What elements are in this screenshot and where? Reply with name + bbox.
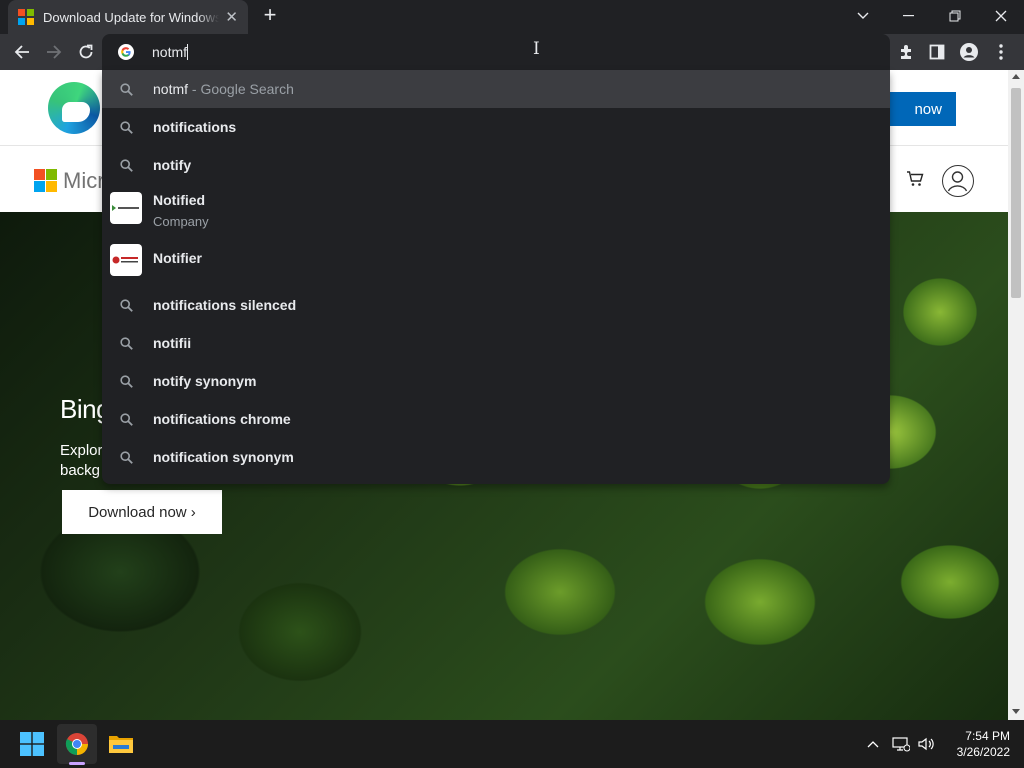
notifier-logo (110, 244, 142, 276)
chrome-icon[interactable] (57, 724, 97, 764)
suggestion-item[interactable]: notifications chrome (102, 400, 890, 438)
windows-start-icon[interactable] (12, 724, 52, 764)
file-explorer-icon[interactable] (101, 724, 141, 764)
omnibox-input[interactable]: notmf (152, 42, 189, 62)
plus-icon[interactable]: + (258, 4, 282, 28)
reload-icon[interactable] (74, 40, 98, 64)
clock-time: 7:54 PM (965, 729, 1010, 743)
suggestion-item[interactable]: notify (102, 146, 890, 184)
microsoft-brand-text[interactable]: Micr (63, 168, 105, 194)
suggestion-suffix: - Google Search (191, 81, 294, 97)
restore-icon[interactable] (932, 0, 978, 32)
suggestion-text: notifications chrome (153, 411, 291, 427)
account-icon[interactable] (942, 165, 974, 197)
minimize-icon[interactable] (886, 0, 932, 32)
chevron-up-icon[interactable] (862, 734, 884, 754)
taskbar: 7:54 PM 3/26/2022 (0, 720, 1024, 768)
omnibox-text: notmf (152, 44, 188, 60)
search-icon (118, 297, 134, 313)
ibeam-cursor-icon: I (533, 39, 540, 59)
search-icon (118, 449, 134, 465)
tab-search-icon[interactable] (840, 0, 886, 32)
microsoft-logo-icon (18, 9, 34, 25)
address-bar[interactable]: notmf (102, 34, 890, 70)
download-now-button[interactable]: Download now › (62, 490, 222, 534)
search-icon (118, 119, 134, 135)
suggestion-item-entity[interactable]: Notifier (102, 232, 890, 284)
scroll-up-icon[interactable] (1012, 74, 1020, 79)
notified-logo (110, 192, 142, 224)
search-icon (118, 411, 134, 427)
suggestion-item[interactable]: notifii (102, 324, 890, 362)
clock-date: 3/26/2022 (956, 745, 1010, 759)
suggestion-text: notification synonym (153, 449, 294, 465)
scroll-down-icon[interactable] (1012, 709, 1020, 714)
search-icon (118, 373, 134, 389)
suggestion-item[interactable]: notification synonym (102, 438, 890, 476)
scroll-thumb[interactable] (1011, 88, 1021, 298)
more-menu-icon[interactable] (988, 40, 1014, 64)
browser-tab[interactable]: Download Update for Windows 7 ✕ (8, 0, 248, 34)
edge-logo-icon (48, 82, 100, 134)
suggestion-text: notifii (153, 335, 192, 351)
suggestion-item[interactable]: notify synonym (102, 362, 890, 400)
suggestion-subtitle: Company (153, 214, 209, 229)
network-icon[interactable] (890, 734, 912, 754)
suggestion-text: notify synonym (153, 373, 257, 389)
page-scrollbar[interactable] (1008, 70, 1024, 720)
back-icon[interactable] (10, 40, 34, 64)
omnibox-suggestions: notmf - Google Search notifications noti… (102, 70, 890, 484)
suggestion-text: notifications (153, 119, 237, 135)
suggestion-query: notmf (153, 81, 189, 97)
suggestion-text: notify (153, 157, 192, 173)
profile-icon[interactable] (956, 40, 982, 64)
search-icon (118, 335, 134, 351)
search-icon (118, 81, 134, 97)
close-icon[interactable]: ✕ (225, 8, 238, 26)
cart-icon[interactable] (906, 171, 924, 192)
system-clock[interactable]: 7:54 PM 3/26/2022 (940, 728, 1010, 760)
microsoft-logo-icon[interactable] (34, 169, 57, 192)
text-caret (187, 44, 189, 60)
side-panel-icon[interactable] (924, 40, 950, 64)
suggestion-text: Notifier (153, 250, 202, 266)
suggestion-item[interactable]: notmf - Google Search (102, 70, 890, 108)
suggestion-item-entity[interactable]: Notified Company (102, 184, 890, 232)
extensions-icon[interactable] (893, 40, 919, 64)
tab-strip: Download Update for Windows 7 ✕ + (0, 0, 1024, 34)
close-icon[interactable] (978, 0, 1024, 32)
search-icon (118, 157, 134, 173)
volume-icon[interactable] (916, 734, 938, 754)
suggestion-text: notmf - Google Search (153, 81, 294, 97)
tab-title: Download Update for Windows 7 (43, 9, 220, 25)
suggestion-item[interactable]: notifications silenced (102, 286, 890, 324)
google-g-icon (118, 44, 134, 60)
active-app-indicator (69, 762, 85, 765)
suggestion-item[interactable]: notifications (102, 108, 890, 146)
suggestion-text: notifications silenced (153, 297, 297, 313)
forward-icon[interactable] (42, 40, 66, 64)
suggestion-text: Notified (153, 192, 206, 208)
